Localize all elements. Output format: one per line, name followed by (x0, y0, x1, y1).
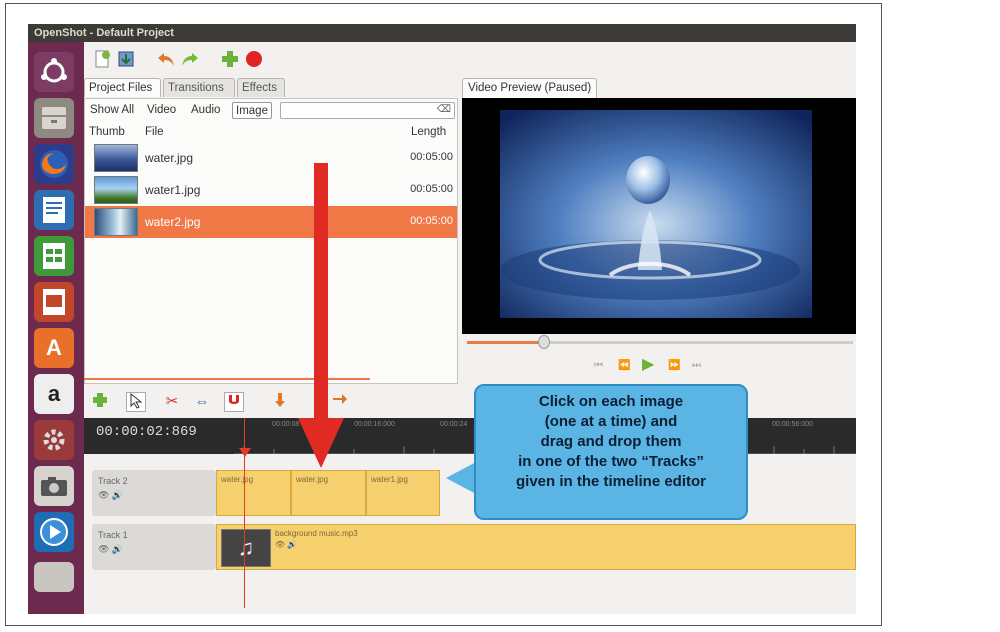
save-project-icon[interactable] (116, 50, 136, 70)
file-thumbnail (94, 144, 138, 172)
callout-line: drag and drop them (540, 433, 682, 450)
file-row[interactable]: water1.jpg 00:05:00 (85, 174, 457, 206)
visibility-audio-icon[interactable]: 👁 🔊 (98, 544, 123, 555)
file-length: 00:05:00 (410, 151, 453, 163)
tab-project-files[interactable]: Project Files (84, 78, 161, 97)
timeline-clip[interactable]: water.jpg (216, 470, 291, 516)
filter-video[interactable]: Video (144, 102, 179, 119)
track-lane[interactable]: water.jpg water.jpg water1.jpg (216, 470, 440, 516)
timeline-clip[interactable]: water1.jpg (366, 470, 440, 516)
amazon-icon[interactable]: a (34, 374, 74, 414)
file-name: water2.jpg (145, 215, 201, 229)
callout-line: Click on each image (538, 393, 684, 410)
preview-controls: ⏮ ⏪ ▶ ⏩ ⏭ (462, 334, 856, 384)
playhead-line[interactable] (244, 418, 245, 608)
camera-icon[interactable] (34, 466, 74, 506)
ruler-label: 00:00:24 (440, 421, 468, 428)
tab-transitions[interactable]: Transitions (163, 78, 235, 97)
column-thumb: Thumb (89, 126, 125, 138)
impress-icon[interactable] (34, 282, 74, 322)
main-toolbar (84, 42, 856, 78)
visibility-audio-icon[interactable]: 👁 🔊 (275, 540, 851, 549)
jump-end-icon[interactable]: ⏭ (692, 360, 701, 371)
track-lane[interactable]: background music.mp3 👁 🔊 ♫ (216, 524, 856, 570)
file-length: 00:05:00 (410, 183, 453, 195)
seek-track[interactable] (545, 341, 853, 344)
snap-tool-icon[interactable] (224, 392, 244, 412)
openshot-icon[interactable] (34, 512, 74, 552)
project-files-panel: Show All Video Audio Image ⌫ Thumb File … (84, 98, 458, 384)
callout-line: in one of the two “Tracks” (518, 453, 704, 470)
razor-tool-icon[interactable]: ✂ (162, 392, 182, 412)
column-length: Length (411, 126, 447, 138)
seek-handle[interactable] (538, 335, 550, 349)
filter-image[interactable]: Image (232, 102, 272, 119)
ruler-label: 00:00:56:000 (772, 421, 813, 428)
current-time: 00:00:02:869 (96, 424, 197, 440)
file-row-selected[interactable]: water2.jpg 00:05:00 (85, 206, 457, 238)
add-icon[interactable] (220, 50, 240, 70)
timeline-clip[interactable]: water.jpg (291, 470, 366, 516)
playhead-marker[interactable] (239, 448, 251, 457)
file-name: water.jpg (145, 151, 194, 165)
filter-audio[interactable]: Audio (188, 102, 223, 119)
file-row[interactable]: water.jpg 00:05:00 (85, 142, 457, 174)
filter-show-all[interactable]: Show All (87, 102, 137, 119)
record-icon[interactable] (244, 50, 264, 70)
openshot-window: Project Files Transitions Effects Show A… (84, 42, 856, 614)
files-icon[interactable] (34, 98, 74, 138)
calc-icon[interactable] (34, 236, 74, 276)
clear-search-icon[interactable]: ⌫ (437, 104, 451, 115)
file-thumbnail (94, 208, 138, 236)
instruction-callout: Click on each image (one at a time) and … (474, 384, 748, 520)
file-thumbnail (94, 176, 138, 204)
search-input[interactable]: ⌫ (280, 102, 455, 119)
track-name: Track 1 (98, 530, 128, 540)
new-project-icon[interactable] (92, 50, 112, 70)
video-preview (462, 98, 856, 334)
seek-progress (467, 341, 545, 344)
trash-icon[interactable] (34, 562, 74, 592)
column-file: File (145, 126, 164, 138)
callout-tail (446, 462, 476, 494)
callout-line: (one at a time) and (544, 413, 678, 430)
file-name: water1.jpg (145, 183, 201, 197)
marker-icon[interactable] (270, 392, 290, 412)
red-arrow-shaft (314, 163, 328, 421)
unity-launcher: A a (28, 42, 84, 614)
firefox-icon[interactable] (34, 144, 74, 184)
red-arrow-head (298, 418, 344, 468)
track-name: Track 2 (98, 476, 128, 486)
undo-icon[interactable] (156, 50, 176, 70)
music-note-icon: ♫ (221, 529, 271, 567)
writer-icon[interactable] (34, 190, 74, 230)
redo-icon[interactable] (180, 50, 200, 70)
ruler-label: 00:00:16:000 (354, 421, 395, 428)
tab-effects[interactable]: Effects (237, 78, 285, 97)
ubuntu-icon[interactable] (34, 52, 74, 92)
next-marker-icon[interactable] (330, 392, 350, 412)
visibility-audio-icon[interactable]: 👁 🔊 (98, 490, 123, 501)
audio-clip-label: background music.mp3 (275, 529, 358, 538)
file-length: 00:05:00 (410, 215, 453, 227)
preview-image (500, 110, 812, 318)
video-preview-title: Video Preview (Paused) (462, 78, 598, 98)
track-header[interactable]: Track 2 👁 🔊 (92, 470, 216, 516)
select-tool-icon[interactable] (126, 392, 146, 412)
filter-bar: Show All Video Audio Image ⌫ (85, 99, 457, 121)
jump-start-icon[interactable]: ⏮ (594, 360, 603, 371)
settings-icon[interactable] (34, 420, 74, 460)
resize-tool-icon[interactable]: ⇔ (192, 392, 212, 412)
play-icon[interactable]: ▶ (642, 354, 654, 374)
rewind-icon[interactable]: ⏪ (618, 360, 630, 371)
ruler-label: 00:00:08 (272, 421, 300, 428)
callout-line: given in the timeline editor (515, 473, 707, 490)
add-track-icon[interactable] (90, 392, 110, 412)
window-titlebar: OpenShot - Default Project (28, 24, 856, 42)
software-center-icon[interactable]: A (34, 328, 74, 368)
audio-clip[interactable]: background music.mp3 👁 🔊 ♫ (216, 524, 856, 570)
track-header[interactable]: Track 1 👁 🔊 (92, 524, 216, 570)
fast-forward-icon[interactable]: ⏩ (668, 360, 680, 371)
